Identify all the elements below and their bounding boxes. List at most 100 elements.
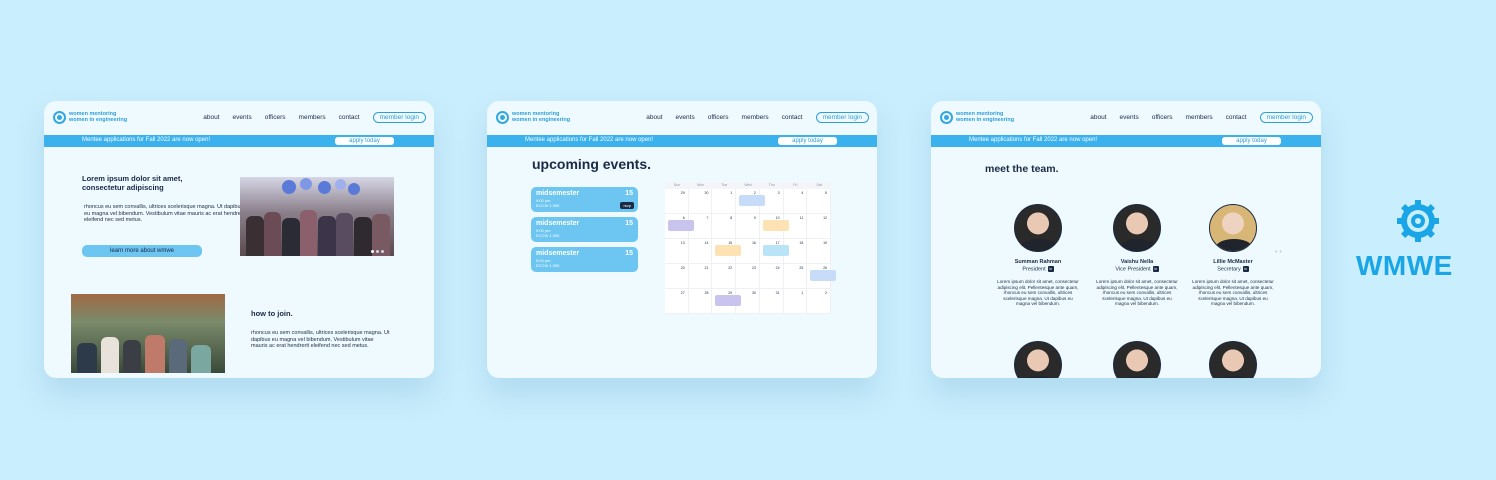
person	[300, 210, 317, 256]
nav-about[interactable]: about	[646, 114, 662, 121]
member-login-button[interactable]: member login	[1259, 112, 1313, 123]
event-card[interactable]: midsemester 15 9:00 pm ECCW 1.395 rsvp	[531, 187, 638, 212]
event-card[interactable]: midsemester 15 9:00 pm ECCW 1.395	[531, 217, 638, 242]
apply-today-button[interactable]: apply today	[335, 137, 394, 145]
nav-contact[interactable]: contact	[1226, 114, 1247, 121]
calendar-day[interactable]: 13	[665, 239, 689, 264]
calendar-day[interactable]: 28	[688, 289, 713, 314]
navbar: women mentoring women in engineering abo…	[931, 101, 1321, 135]
nav-officers[interactable]: officers	[1152, 114, 1173, 121]
site-logo-text[interactable]: women mentoring women in engineering	[512, 111, 592, 123]
nav-about[interactable]: about	[1090, 114, 1106, 121]
nav-members[interactable]: members	[1186, 114, 1213, 121]
group-photo-carousel[interactable]	[240, 177, 394, 256]
balloon	[348, 183, 360, 195]
balloon	[282, 180, 296, 194]
calendar-day[interactable]: 11	[783, 214, 808, 239]
linkedin-icon[interactable]: in	[1152, 266, 1159, 272]
nav-officers[interactable]: officers	[265, 114, 286, 121]
gear-logo-icon[interactable]	[496, 111, 509, 124]
calendar-day[interactable]: 12	[807, 214, 831, 239]
calendar-day[interactable]: 9	[736, 214, 760, 239]
calendar-day[interactable]: 1	[783, 289, 808, 314]
site-logo-text[interactable]: women mentoring women in engineering	[956, 111, 1036, 123]
calendar-day[interactable]: 23	[736, 264, 760, 289]
calendar-day[interactable]: 18	[783, 239, 808, 264]
calendar-day-number: 8	[730, 216, 733, 220]
nav-events[interactable]: events	[233, 114, 252, 121]
calendar-day-number: 2	[825, 291, 827, 295]
gear-logo-icon[interactable]	[53, 111, 66, 124]
calendar-day[interactable]: 17	[759, 239, 789, 264]
calendar-day[interactable]: 1	[712, 189, 737, 214]
calendar-day[interactable]: 24	[759, 264, 784, 289]
nav-contact[interactable]: contact	[339, 114, 360, 121]
calendar-day[interactable]: 8	[712, 214, 737, 239]
hero-body: rhoncus eu sem convallis, ultrices scele…	[84, 204, 246, 223]
event-day: 15	[625, 220, 633, 227]
calendar-day-number: 11	[799, 216, 804, 220]
member-login-button[interactable]: member login	[815, 112, 869, 123]
event-card[interactable]: midsemester 15 9:00 pm ECCW 1.395	[531, 247, 638, 272]
nav-about[interactable]: about	[203, 114, 219, 121]
apply-today-button[interactable]: apply today	[778, 137, 837, 145]
calendar-day[interactable]: 26	[807, 264, 837, 289]
wmwe-brand-wordmark: WMWE	[1356, 250, 1453, 281]
calendar-day-number: 22	[728, 266, 733, 270]
calendar-day-number: 16	[751, 241, 756, 245]
linkedin-icon[interactable]: in	[1242, 266, 1249, 272]
calendar-day[interactable]: 19	[807, 239, 831, 264]
person	[191, 345, 211, 373]
carousel-dot[interactable]	[381, 250, 384, 253]
calendar-day[interactable]: 4	[783, 189, 808, 214]
carousel-next-dots[interactable]: • •	[1275, 249, 1282, 256]
calendar-day[interactable]: 27	[665, 289, 689, 314]
events-page-card: women mentoring women in engineering abo…	[487, 101, 877, 378]
event-name: midsemester	[536, 220, 580, 227]
calendar-day[interactable]: 30	[736, 289, 760, 314]
rsvp-button[interactable]: rsvp	[620, 202, 634, 209]
carousel-dot[interactable]	[376, 250, 379, 253]
calendar-day[interactable]: 7	[688, 214, 713, 239]
nav-officers[interactable]: officers	[708, 114, 729, 121]
calendar-day[interactable]: 21	[688, 264, 713, 289]
calendar-day[interactable]: 29	[665, 189, 689, 214]
hero-heading: Lorem ipsum dolor sit amet, consectetur …	[82, 174, 183, 192]
gear-logo-icon[interactable]	[940, 111, 953, 124]
calendar-day[interactable]: 14	[688, 239, 713, 264]
calendar-day[interactable]: 2	[807, 289, 831, 314]
nav-events[interactable]: events	[676, 114, 695, 121]
calendar-day[interactable]: 30	[688, 189, 713, 214]
nav-members[interactable]: members	[742, 114, 769, 121]
calendar-day[interactable]: 6	[665, 214, 694, 239]
banner-text: Mentee applications for Fall 2022 are no…	[82, 137, 211, 143]
calendar-event-chip[interactable]	[810, 270, 837, 281]
home-page-card: women mentoring women in engineering abo…	[44, 101, 434, 378]
carousel-dot[interactable]	[371, 250, 374, 253]
banner-text: Mentee applications for Fall 2022 are no…	[969, 137, 1098, 143]
calendar-day[interactable]: 16	[736, 239, 760, 264]
events-heading: upcoming events.	[532, 156, 652, 172]
nav-events[interactable]: events	[1120, 114, 1139, 121]
person	[77, 343, 97, 373]
calendar-day-number: 1	[730, 191, 733, 195]
calendar-day[interactable]: 2	[736, 189, 766, 214]
apply-today-button[interactable]: apply today	[1222, 137, 1281, 145]
calendar-day[interactable]: 5	[807, 189, 831, 214]
calendar-day[interactable]: 20	[665, 264, 689, 289]
nav-contact[interactable]: contact	[782, 114, 803, 121]
calendar-day[interactable]: 22	[712, 264, 737, 289]
nav-members[interactable]: members	[299, 114, 326, 121]
calendar-day[interactable]: 3	[759, 189, 784, 214]
calendar-day[interactable]: 10	[759, 214, 789, 239]
linkedin-icon[interactable]: in	[1047, 266, 1054, 272]
learn-more-button[interactable]: learn more about wmwe	[82, 245, 202, 257]
calendar-day[interactable]: 15	[712, 239, 742, 264]
carousel-dots[interactable]	[371, 250, 384, 253]
site-logo-text[interactable]: women mentoring women in engineering	[69, 111, 149, 123]
calendar-day[interactable]: 29	[712, 289, 742, 314]
calendar-day[interactable]: 31	[759, 289, 784, 314]
member-login-button[interactable]: member login	[372, 112, 426, 123]
calendar-day[interactable]: 25	[783, 264, 808, 289]
how-to-join-body: rhoncus eu sem convallis, ultrices scele…	[251, 330, 390, 349]
